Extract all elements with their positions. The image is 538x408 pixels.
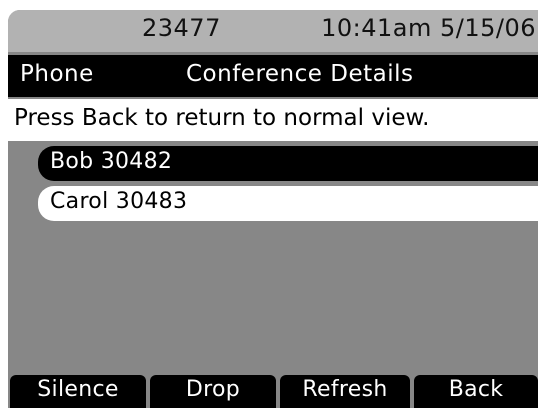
softkey-label: Back (448, 377, 504, 402)
status-bar: 23477 10:41am 5/15/06 (8, 10, 538, 52)
refresh-softkey[interactable]: Refresh (280, 375, 410, 408)
phone-screen: 23477 10:41am 5/15/06 Phone Conference D… (0, 0, 538, 408)
phone-display: 23477 10:41am 5/15/06 Phone Conference D… (8, 10, 538, 408)
participant-label: Carol 30483 (50, 189, 188, 214)
drop-softkey[interactable]: Drop (150, 375, 276, 408)
participant-label: Bob 30482 (50, 149, 173, 174)
date-time: 10:41am 5/15/06 (321, 14, 536, 42)
softkey-bar: Silence Drop Refresh Back (8, 375, 538, 408)
title-bar: Phone Conference Details (8, 55, 538, 97)
participant-item-bob[interactable]: Bob 30482 (38, 146, 538, 181)
prompt-line: Press Back to return to normal view. (8, 99, 538, 141)
extension-number: 23477 (142, 14, 221, 42)
softkey-label: Refresh (302, 377, 388, 402)
prompt-text: Press Back to return to normal view. (14, 105, 430, 131)
participant-item-carol[interactable]: Carol 30483 (38, 186, 538, 221)
app-title: Phone (20, 61, 94, 87)
softkey-label: Drop (185, 377, 241, 402)
back-softkey[interactable]: Back (414, 375, 538, 408)
screen-title: Conference Details (186, 61, 414, 87)
softkey-label: Silence (37, 377, 119, 402)
silence-softkey[interactable]: Silence (10, 375, 146, 408)
